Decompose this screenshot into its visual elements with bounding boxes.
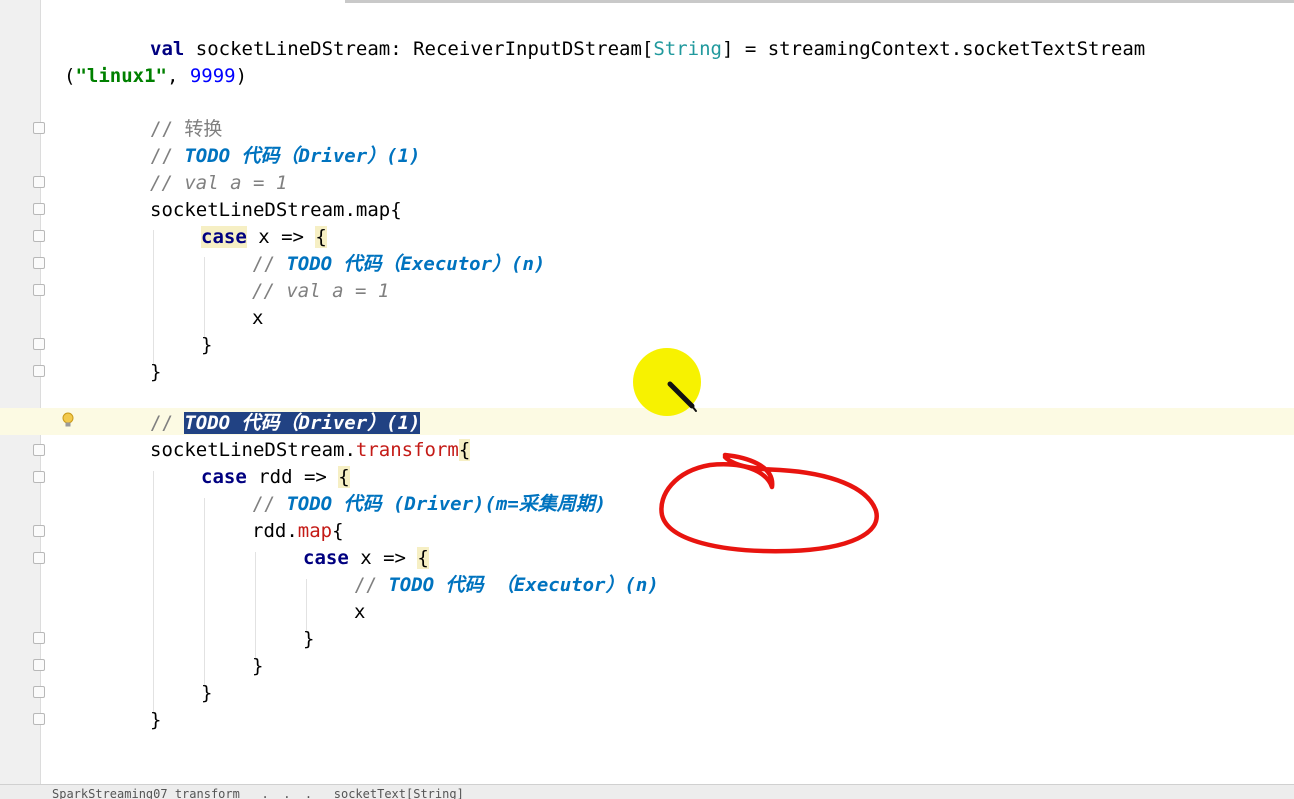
- fold-marker[interactable]: [33, 632, 45, 644]
- code-line-19[interactable]: // TODO 代码 （Executor）(n): [354, 572, 659, 599]
- fold-marker[interactable]: [33, 552, 45, 564]
- fold-marker[interactable]: [33, 122, 45, 134]
- keyword: case: [201, 226, 247, 248]
- code-text: ] = streamingContext.socketTextStream: [721, 38, 1146, 60]
- comment: // val a = 1: [150, 172, 288, 194]
- keyword: case: [303, 547, 349, 569]
- fold-marker[interactable]: [33, 471, 45, 483]
- status-text: SparkStreaming07_transform . . . socketT…: [52, 787, 464, 799]
- code-text: }: [150, 709, 162, 731]
- code-line-8[interactable]: // TODO 代码（Executor）(n): [252, 251, 545, 278]
- code-line-3[interactable]: // 转换: [150, 116, 222, 143]
- fold-marker[interactable]: [33, 365, 45, 377]
- status-bar: SparkStreaming07_transform . . . socketT…: [0, 784, 1294, 799]
- code-line-16[interactable]: // TODO 代码 (Driver)(m=采集周期): [252, 491, 606, 518]
- code-text: }: [303, 628, 315, 650]
- comment-prefix: //: [354, 574, 389, 596]
- number-literal: 9999: [189, 65, 236, 87]
- fold-marker[interactable]: [33, 525, 45, 537]
- code-line-22[interactable]: }: [252, 653, 263, 680]
- fold-marker[interactable]: [33, 686, 45, 698]
- code-text: (: [64, 65, 76, 87]
- code-text: }: [150, 361, 162, 383]
- code-line-13[interactable]: // TODO 代码（Driver）(1): [150, 410, 421, 437]
- code-text: ): [235, 65, 248, 87]
- code-line-24[interactable]: }: [150, 707, 161, 734]
- code-line-20[interactable]: x: [354, 599, 365, 626]
- code-line-11[interactable]: }: [201, 332, 212, 359]
- type-name: String: [653, 38, 722, 60]
- comment-prefix: //: [252, 253, 287, 275]
- code-line-7[interactable]: case x => {: [201, 224, 327, 251]
- comment: // val a = 1: [252, 280, 390, 302]
- fold-marker[interactable]: [33, 284, 45, 296]
- code-text: x: [252, 307, 264, 329]
- comment-prefix: //: [150, 145, 185, 167]
- method-name: map: [297, 520, 333, 542]
- keyword: case: [201, 466, 247, 488]
- code-text: x =>: [246, 226, 316, 248]
- code-text: x =>: [348, 547, 418, 569]
- string-literal: "linux1": [75, 65, 167, 87]
- code-text: rdd.: [252, 520, 298, 542]
- code-text: socketLineDStream: ReceiverInputDStream[: [184, 38, 654, 60]
- code-line-15[interactable]: case rdd => {: [201, 464, 350, 491]
- code-text: }: [201, 682, 213, 704]
- indent-guide: [306, 579, 307, 633]
- code-text: x: [354, 601, 366, 623]
- brace: {: [315, 226, 327, 248]
- fold-marker[interactable]: [33, 338, 45, 350]
- fold-marker[interactable]: [33, 257, 45, 269]
- code-line-17[interactable]: rdd.map{: [252, 518, 344, 545]
- code-line-1[interactable]: val socketLineDStream: ReceiverInputDStr…: [150, 36, 1145, 63]
- fold-marker[interactable]: [33, 444, 45, 456]
- keyword: val: [150, 38, 185, 60]
- brace: {: [332, 520, 344, 542]
- code-text: socketLineDStream.: [150, 439, 356, 461]
- fold-marker[interactable]: [33, 713, 45, 725]
- code-line-23[interactable]: }: [201, 680, 212, 707]
- todo-comment: TODO 代码 （Executor）(n): [388, 574, 659, 596]
- code-text: socketLineDStream.map{: [150, 199, 402, 221]
- code-line-9[interactable]: // val a = 1: [252, 278, 389, 305]
- todo-comment: TODO 代码 (Driver)(m=采集周期): [286, 493, 607, 515]
- code-text: ,: [166, 65, 190, 87]
- brace: {: [417, 547, 429, 569]
- fold-marker[interactable]: [33, 230, 45, 242]
- code-line-18[interactable]: case x => {: [303, 545, 429, 572]
- lightbulb-icon[interactable]: [62, 412, 74, 428]
- code-line-21[interactable]: }: [303, 626, 314, 653]
- todo-comment: TODO 代码（Executor）(n): [286, 253, 546, 275]
- code-line-6[interactable]: socketLineDStream.map{: [150, 197, 402, 224]
- code-line-12[interactable]: }: [150, 359, 161, 386]
- brace: {: [458, 439, 471, 461]
- brace: {: [338, 466, 350, 488]
- code-text: rdd =>: [246, 466, 339, 488]
- indent-guide: [204, 257, 205, 338]
- comment-prefix: //: [252, 493, 287, 515]
- code-line-2[interactable]: ("linux1", 9999): [64, 63, 247, 90]
- annotation-circle: [659, 452, 879, 554]
- method-name: transform: [355, 439, 459, 461]
- fold-marker[interactable]: [33, 203, 45, 215]
- fold-marker[interactable]: [33, 176, 45, 188]
- code-line-14[interactable]: socketLineDStream.transform{: [150, 437, 471, 464]
- todo-comment: TODO 代码（Driver）(1): [184, 145, 421, 167]
- code-line-4[interactable]: // TODO 代码（Driver）(1): [150, 143, 420, 170]
- indent-guide: [204, 498, 205, 687]
- code-text: }: [201, 334, 213, 356]
- code-line-10[interactable]: x: [252, 305, 263, 332]
- code-line-5[interactable]: // val a = 1: [150, 170, 287, 197]
- comment: // 转换: [150, 118, 223, 140]
- pen-cursor-icon: [667, 381, 697, 412]
- indent-guide: [153, 230, 154, 365]
- selected-text[interactable]: TODO 代码（Driver）(1): [184, 412, 421, 434]
- fold-marker[interactable]: [33, 659, 45, 671]
- code-editor[interactable]: val socketLineDStream: ReceiverInputDStr…: [0, 0, 1294, 799]
- code-text: }: [252, 655, 264, 677]
- indent-guide: [255, 552, 256, 660]
- editor-tab-bar: [345, 0, 1294, 3]
- comment-prefix: //: [150, 412, 185, 434]
- indent-guide: [153, 471, 154, 714]
